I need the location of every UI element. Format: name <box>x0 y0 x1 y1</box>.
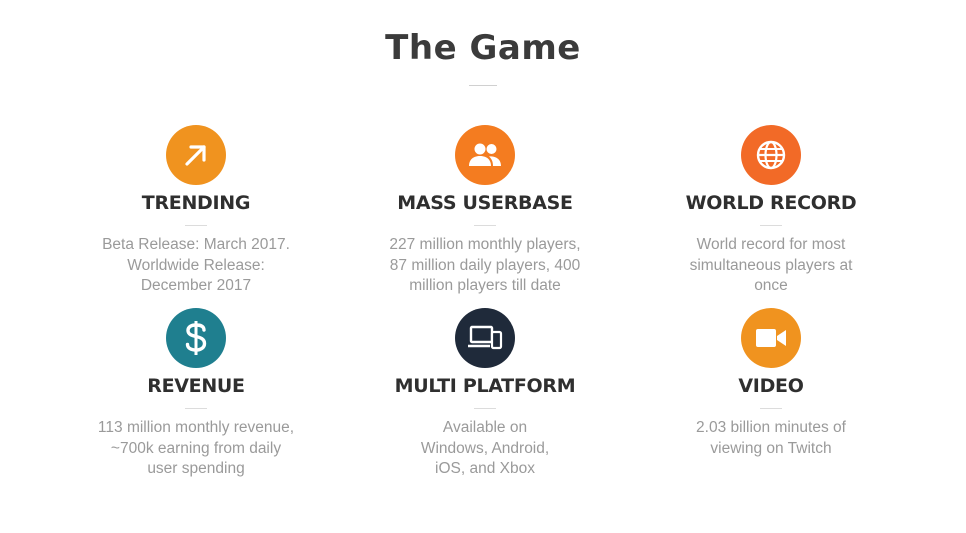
userbase-icon-badge <box>455 125 515 185</box>
feature-divider <box>185 225 207 226</box>
feature-video: VIDEO 2.03 billion minutes of viewing on… <box>656 308 886 459</box>
multi-platform-icon-badge <box>455 308 515 368</box>
feature-divider <box>474 225 496 226</box>
feature-divider <box>474 408 496 409</box>
feature-world-record: WORLD RECORD World record for most simul… <box>656 125 886 297</box>
feature-title: WORLD RECORD <box>685 192 857 214</box>
feature-description: 227 million monthly players, 87 million … <box>389 236 581 294</box>
page-title: The Game <box>385 28 581 68</box>
world-record-icon-badge <box>741 125 801 185</box>
feature-description: Available on Windows, Android, iOS, and … <box>420 419 550 477</box>
feature-multi-platform: MULTI PLATFORM Available on Windows, And… <box>370 308 600 480</box>
globe-icon <box>756 140 786 170</box>
users-group-icon <box>469 143 501 166</box>
trending-icon-badge <box>166 125 226 185</box>
feature-description: 2.03 billion minutes of viewing on Twitc… <box>696 419 846 457</box>
feature-title: MULTI PLATFORM <box>394 375 576 397</box>
title-divider <box>469 85 497 86</box>
feature-divider <box>760 225 782 226</box>
trending-up-arrow-icon <box>185 145 206 166</box>
feature-title: MASS USERBASE <box>397 192 573 214</box>
feature-title: REVENUE <box>147 375 245 397</box>
feature-divider <box>185 408 207 409</box>
devices-icon <box>468 325 503 350</box>
feature-description: World record for most simultaneous playe… <box>689 236 853 294</box>
feature-description: Beta Release: March 2017. Worldwide Rele… <box>102 236 290 294</box>
video-icon-badge <box>741 308 801 368</box>
feature-description: 113 million monthly revenue, ~700k earni… <box>97 419 295 477</box>
video-camera-icon <box>756 329 786 347</box>
dollar-sign-icon <box>185 321 207 355</box>
feature-title: VIDEO <box>738 375 804 397</box>
feature-trending: TRENDING Beta Release: March 2017. World… <box>81 125 311 297</box>
feature-title: TRENDING <box>141 192 251 214</box>
feature-divider <box>760 408 782 409</box>
feature-mass-userbase: MASS USERBASE 227 million monthly player… <box>370 125 600 297</box>
feature-revenue: REVENUE 113 million monthly revenue, ~70… <box>81 308 311 480</box>
revenue-icon-badge <box>166 308 226 368</box>
